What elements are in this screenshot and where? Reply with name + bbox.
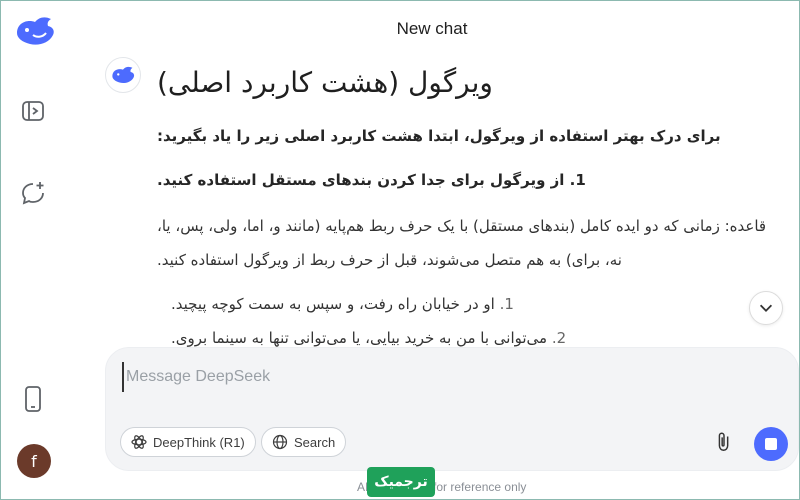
sidebar-toggle-icon bbox=[22, 101, 44, 121]
scroll-to-bottom-button[interactable] bbox=[749, 291, 783, 325]
attach-button[interactable] bbox=[710, 428, 738, 456]
assistant-avatar bbox=[105, 57, 141, 93]
stop-button[interactable] bbox=[754, 427, 788, 461]
phone-icon bbox=[25, 386, 41, 412]
composer: DeepThink (R1) Search bbox=[105, 347, 799, 471]
assistant-message: ویرگول (هشت کاربرد اصلی) برای درک بهتر ا… bbox=[157, 61, 787, 355]
message-heading: ویرگول (هشت کاربرد اصلی) bbox=[157, 66, 493, 99]
whale-logo-icon bbox=[112, 66, 135, 84]
app-window: f New chat ویرگول (هشت کاربرد اصلی) برای… bbox=[0, 0, 800, 500]
deepthink-button[interactable]: DeepThink (R1) bbox=[120, 427, 256, 457]
message-intro: برای درک بهتر استفاده از ویرگول، ابتدا ه… bbox=[157, 127, 721, 145]
message-input[interactable] bbox=[122, 362, 762, 392]
list-number: 1. bbox=[499, 295, 514, 313]
rule-text: قاعده: زمانی که دو ایده کامل (بندهای مست… bbox=[157, 217, 767, 269]
user-avatar[interactable]: f bbox=[17, 444, 51, 478]
paperclip-icon bbox=[718, 432, 729, 451]
sidebar-toggle-button[interactable] bbox=[15, 93, 51, 129]
rule-heading: 1. از ویرگول برای جدا کردن بندهای مستقل … bbox=[157, 171, 586, 189]
page-title: New chat bbox=[396, 19, 468, 38]
search-label: Search bbox=[294, 434, 336, 450]
new-chat-icon bbox=[22, 182, 44, 205]
new-chat-button[interactable] bbox=[15, 175, 51, 211]
atom-icon bbox=[131, 435, 147, 449]
chevron-down-icon bbox=[759, 304, 773, 312]
list-item: 1. او در خیابان راه رفت، و سپس به سمت کو… bbox=[157, 287, 787, 321]
example-list: 1. او در خیابان راه رفت، و سپس به سمت کو… bbox=[157, 287, 787, 355]
whale-logo-icon[interactable] bbox=[13, 13, 57, 49]
globe-icon bbox=[272, 434, 288, 450]
watermark-badge: ترجمیک bbox=[367, 467, 435, 497]
list-text: او در خیابان راه رفت، و سپس به سمت کوچه … bbox=[171, 295, 495, 313]
list-text: می‌توانی با من به خرید بیایی، یا می‌توان… bbox=[171, 329, 548, 347]
left-rail: f bbox=[1, 1, 65, 499]
list-number: 2. bbox=[551, 329, 567, 347]
stop-icon bbox=[765, 438, 777, 450]
get-app-button[interactable] bbox=[15, 381, 51, 417]
deepthink-label: DeepThink (R1) bbox=[153, 434, 245, 450]
search-button[interactable]: Search bbox=[261, 427, 347, 457]
